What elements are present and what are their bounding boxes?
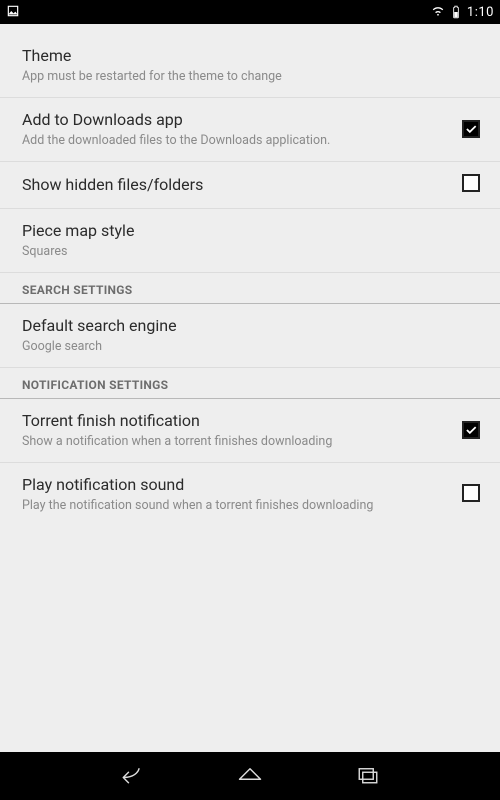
row-title: Show hidden files/folders — [22, 175, 450, 196]
battery-icon — [449, 5, 463, 19]
row-title: Add to Downloads app — [22, 110, 450, 131]
row-title: Default search engine — [22, 316, 480, 337]
section-header-search: SEARCH SETTINGS — [0, 273, 500, 304]
settings-list: Theme App must be restarted for the them… — [0, 24, 500, 752]
row-title: Play notification sound — [22, 475, 450, 496]
row-default-search-engine[interactable]: Default search engine Google search — [0, 304, 500, 368]
row-title: Theme — [22, 46, 480, 67]
row-torrent-finish[interactable]: Torrent finish notification Show a notif… — [0, 399, 500, 463]
checkbox-show-hidden[interactable] — [462, 174, 480, 192]
row-theme[interactable]: Theme App must be restarted for the them… — [0, 34, 500, 98]
checkbox-play-sound[interactable] — [462, 484, 480, 502]
row-subtitle: Add the downloaded files to the Download… — [22, 133, 450, 149]
picture-icon — [6, 4, 20, 21]
navigation-bar — [0, 752, 500, 800]
section-header-notification: NOTIFICATION SETTINGS — [0, 368, 500, 399]
row-subtitle: Google search — [22, 339, 480, 355]
row-subtitle: Squares — [22, 244, 480, 260]
row-add-downloads[interactable]: Add to Downloads app Add the downloaded … — [0, 98, 500, 162]
wifi-icon — [431, 4, 445, 21]
home-icon[interactable] — [236, 760, 264, 792]
row-subtitle: Show a notification when a torrent finis… — [22, 434, 450, 450]
status-clock: 1:10 — [467, 5, 494, 20]
status-bar: 1:10 — [0, 0, 500, 24]
row-show-hidden[interactable]: Show hidden files/folders — [0, 162, 500, 209]
checkbox-add-downloads[interactable] — [462, 120, 480, 138]
row-play-sound[interactable]: Play notification sound Play the notific… — [0, 463, 500, 526]
row-subtitle: Play the notification sound when a torre… — [22, 498, 450, 514]
row-title: Torrent finish notification — [22, 411, 450, 432]
row-piece-map[interactable]: Piece map style Squares — [0, 209, 500, 273]
checkbox-torrent-finish[interactable] — [462, 421, 480, 439]
row-title: Piece map style — [22, 221, 480, 242]
row-subtitle: App must be restarted for the theme to c… — [22, 69, 480, 85]
recent-apps-icon[interactable] — [354, 760, 382, 792]
back-icon[interactable] — [118, 760, 146, 792]
